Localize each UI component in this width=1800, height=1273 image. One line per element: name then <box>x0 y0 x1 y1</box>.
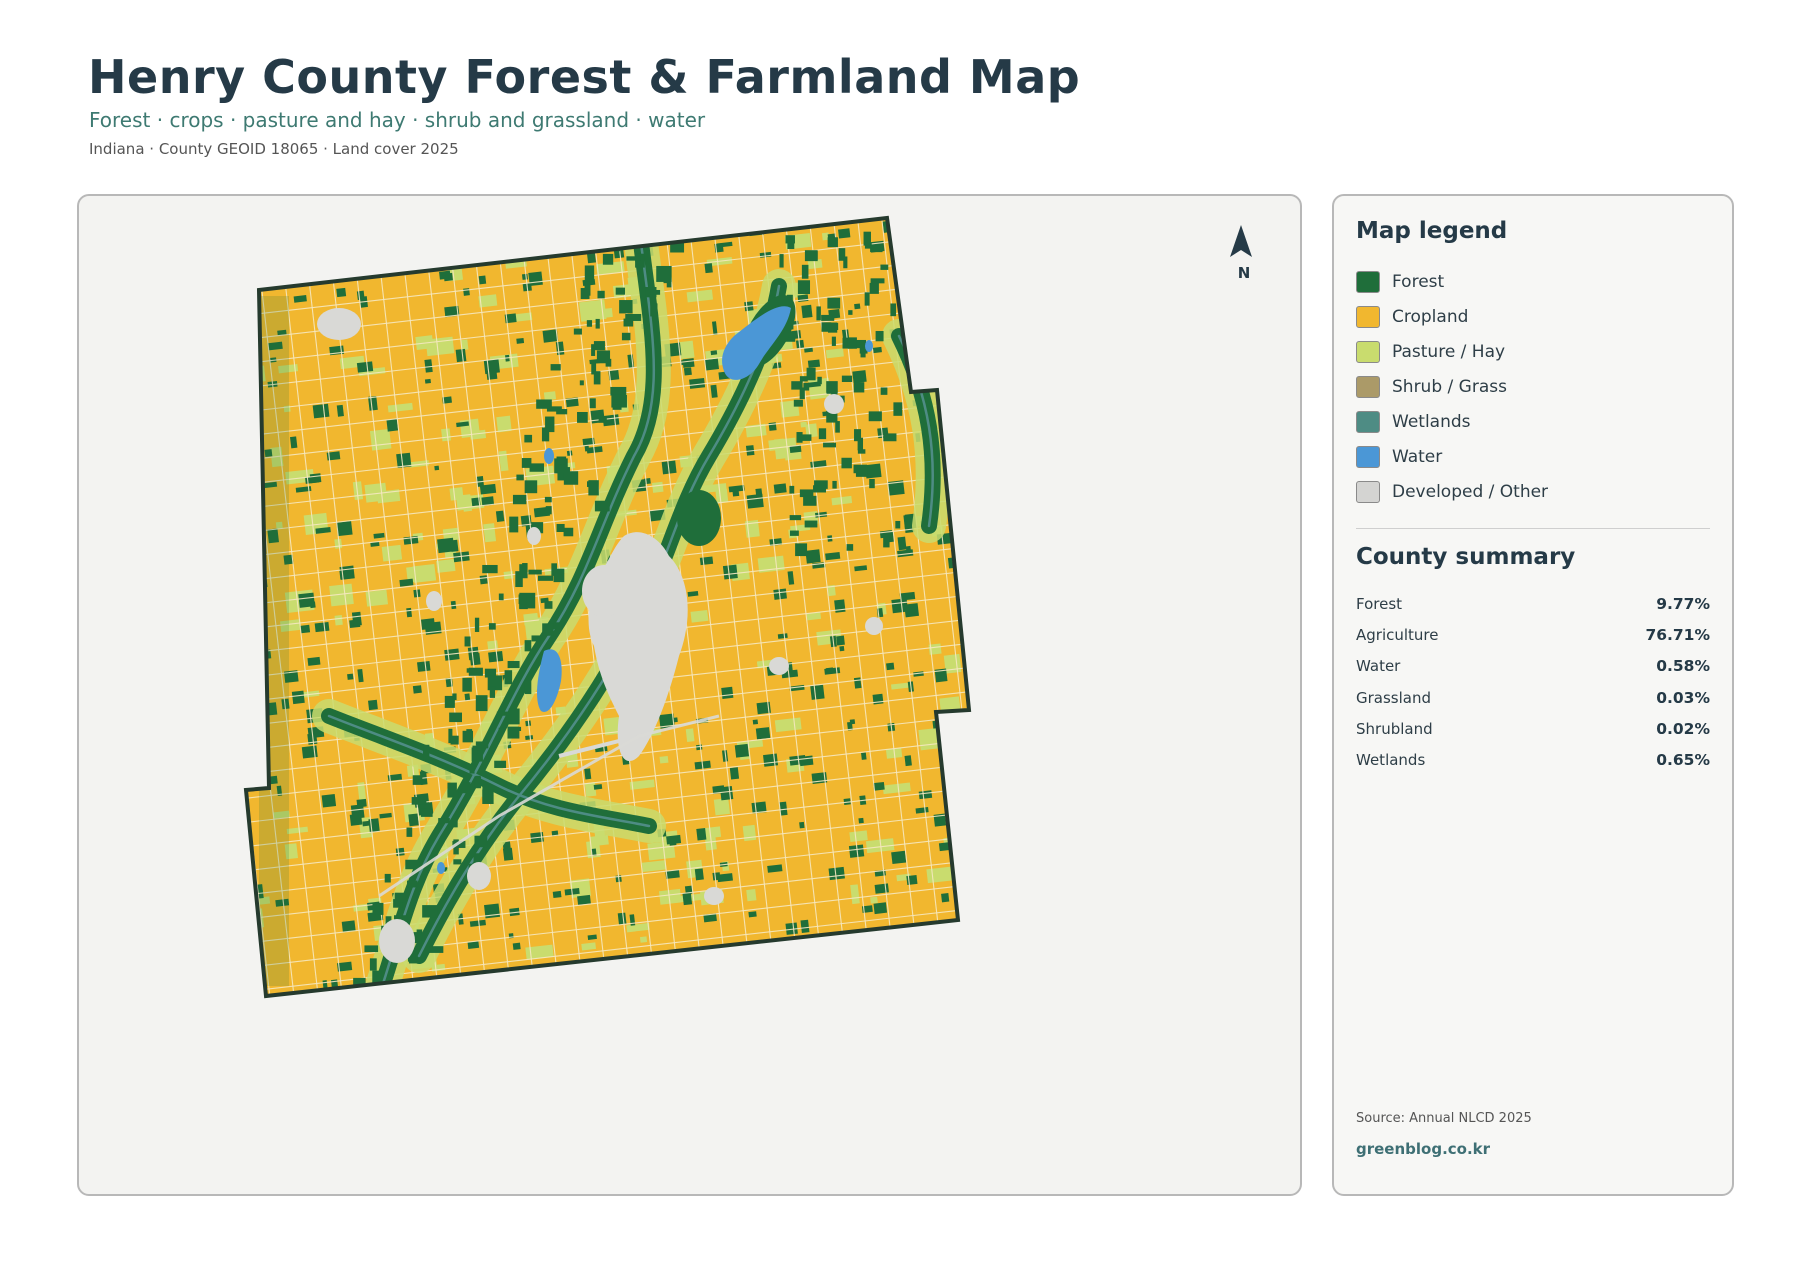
north-label: N <box>1237 264 1251 282</box>
page-subtitle: Forest · crops · pasture and hay · shrub… <box>89 108 706 132</box>
summary-value: 0.58% <box>1656 657 1710 676</box>
summary-row: Wetlands 0.65% <box>1356 744 1710 775</box>
page-meta: Indiana · County GEOID 18065 · Land cove… <box>89 140 459 158</box>
summary-value: 0.03% <box>1656 688 1710 707</box>
summary-name: Forest <box>1356 594 1403 613</box>
land-cover-map[interactable] <box>79 196 1302 1196</box>
legend-label: Forest <box>1392 271 1445 292</box>
legend-swatch <box>1356 445 1380 468</box>
summary-row: Water 0.58% <box>1356 651 1710 682</box>
legend-swatch <box>1356 340 1380 363</box>
side-panel: Map legend Forest Cropland Pasture / Hay… <box>1332 194 1734 1196</box>
summary-value: 0.02% <box>1656 719 1710 738</box>
summary-name: Agriculture <box>1356 625 1439 644</box>
legend-label: Water <box>1392 446 1443 467</box>
legend-swatch <box>1356 270 1380 293</box>
legend-item-pasture: Pasture / Hay <box>1356 334 1548 369</box>
summary-value: 9.77% <box>1656 594 1710 613</box>
panel-divider <box>1356 528 1710 529</box>
legend-item-shrub: Shrub / Grass <box>1356 369 1548 404</box>
legend-label: Cropland <box>1392 306 1469 327</box>
legend-list: Forest Cropland Pasture / Hay Shrub / Gr… <box>1356 264 1548 509</box>
summary-name: Shrubland <box>1356 719 1433 738</box>
legend-label: Developed / Other <box>1392 481 1549 502</box>
summary-value: 0.65% <box>1656 751 1710 770</box>
legend-swatch <box>1356 305 1380 328</box>
legend-swatch <box>1356 375 1380 398</box>
brand-link[interactable]: greenblog.co.kr <box>1356 1140 1490 1158</box>
summary-value: 76.71% <box>1645 625 1710 644</box>
legend-label: Wetlands <box>1392 411 1471 432</box>
summary-row: Shrubland 0.02% <box>1356 713 1710 744</box>
legend-label: Pasture / Hay <box>1392 341 1506 362</box>
summary-name: Wetlands <box>1356 751 1426 770</box>
summary-row: Agriculture 76.71% <box>1356 619 1710 650</box>
summary-list: Forest 9.77% Agriculture 76.71% Water 0.… <box>1356 588 1710 776</box>
legend-label: Shrub / Grass <box>1392 376 1507 397</box>
summary-row: Forest 9.77% <box>1356 588 1710 619</box>
map-panel[interactable] <box>77 194 1302 1196</box>
summary-name: Grassland <box>1356 688 1431 707</box>
legend-item-wetlands: Wetlands <box>1356 404 1548 439</box>
legend-swatch <box>1356 480 1380 503</box>
page-title: Henry County Forest & Farmland Map <box>88 50 1081 104</box>
legend-swatch <box>1356 410 1380 433</box>
summary-name: Water <box>1356 657 1401 676</box>
data-source: Source: Annual NLCD 2025 <box>1356 1111 1532 1126</box>
legend-item-developed: Developed / Other <box>1356 474 1548 509</box>
legend-item-water: Water <box>1356 439 1548 474</box>
legend-title: Map legend <box>1356 218 1508 244</box>
summary-title: County summary <box>1356 544 1576 570</box>
legend-item-cropland: Cropland <box>1356 299 1548 334</box>
summary-row: Grassland 0.03% <box>1356 682 1710 713</box>
legend-item-forest: Forest <box>1356 264 1548 299</box>
